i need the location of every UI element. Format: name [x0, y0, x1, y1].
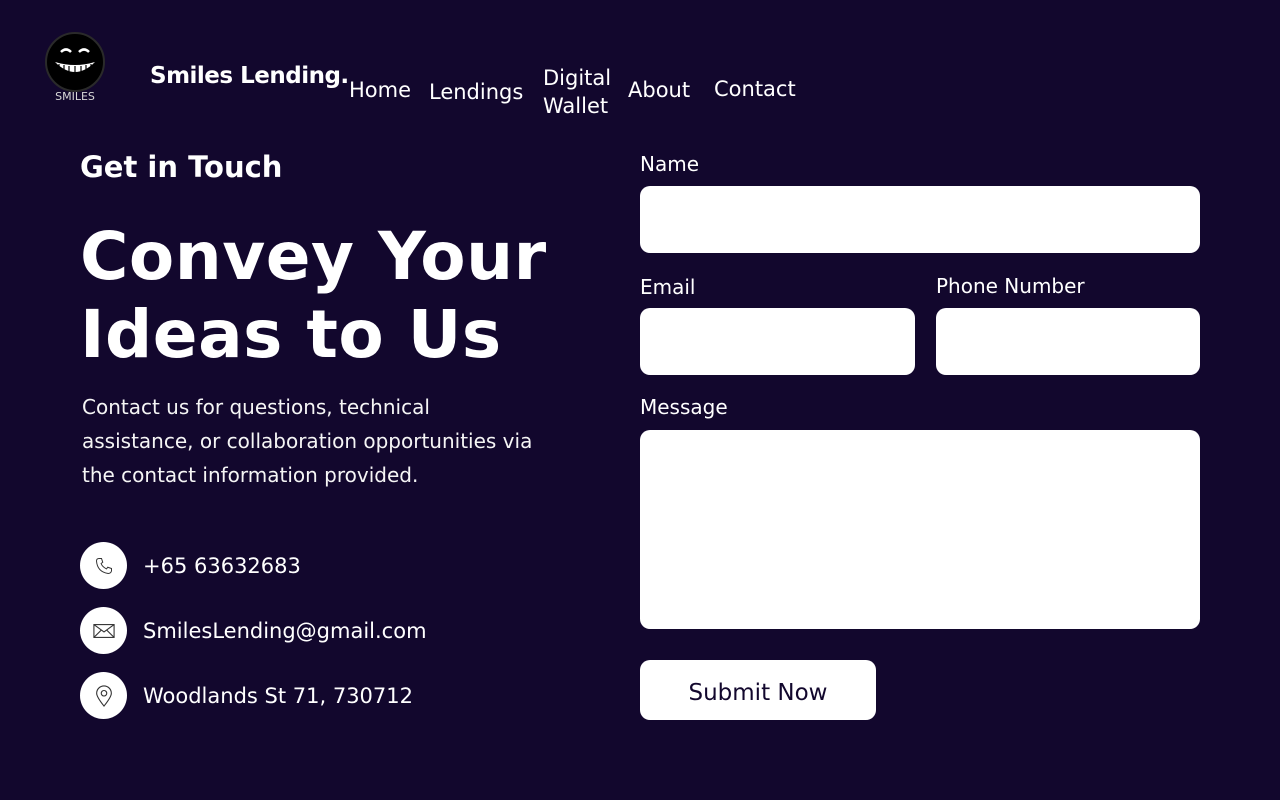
contact-address-row: Woodlands St 71, 730712	[80, 672, 413, 719]
contact-address: Woodlands St 71, 730712	[143, 683, 413, 708]
email-label: Email	[640, 275, 696, 299]
lead-paragraph: Contact us for questions, technical assi…	[82, 395, 533, 487]
nav-about[interactable]: About	[628, 76, 690, 104]
brand-logo[interactable]: SMILES	[43, 30, 107, 110]
submit-button[interactable]: Submit Now	[640, 660, 876, 720]
phone-input[interactable]	[936, 308, 1200, 375]
contact-phone[interactable]: +65 63632683	[143, 554, 301, 578]
nav-home[interactable]: Home	[349, 76, 411, 104]
email-input[interactable]	[640, 308, 915, 375]
message-textarea[interactable]	[640, 430, 1200, 629]
nav-contact[interactable]: Contact	[714, 75, 796, 103]
phone-label: Phone Number	[936, 274, 1085, 298]
contact-email-row: SmilesLending@gmail.com	[80, 607, 427, 654]
phone-icon	[80, 542, 127, 589]
message-label: Message	[640, 395, 728, 419]
brand-name[interactable]: Smiles Lending.	[150, 63, 349, 89]
logo-text: SMILES	[55, 90, 95, 103]
section-kicker: Get in Touch	[80, 150, 283, 184]
location-pin-icon	[80, 672, 127, 719]
page-headline: Convey Your Ideas to Us	[80, 218, 547, 373]
nav-digital-wallet[interactable]: Digital Wallet	[543, 64, 613, 120]
nav-lendings[interactable]: Lendings	[429, 78, 523, 106]
smile-logo-icon	[45, 32, 105, 92]
mail-icon	[80, 607, 127, 654]
contact-phone-row: +65 63632683	[80, 542, 301, 589]
name-input[interactable]	[640, 186, 1200, 253]
contact-email[interactable]: SmilesLending@gmail.com	[143, 619, 427, 643]
name-label: Name	[640, 152, 700, 176]
